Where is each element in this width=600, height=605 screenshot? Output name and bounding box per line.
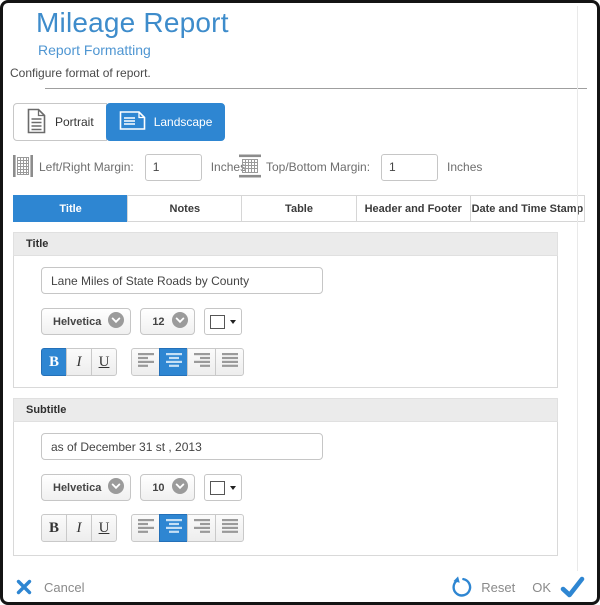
footer-bar: Cancel Reset OK [3,571,597,603]
title-font-size-dropdown[interactable]: 12 [140,308,194,335]
landscape-page-icon [119,110,146,134]
top-bottom-margin-units: Inches [447,160,482,174]
subtitle-font-size-value: 10 [152,482,164,494]
content-edge-line [577,6,578,571]
top-bottom-margin-label: Top/Bottom Margin: [266,160,370,174]
left-right-margin-group: Left/Right Margin: Inches [12,152,246,182]
subtitle-font-color-picker[interactable] [204,474,242,501]
italic-button[interactable]: I [66,348,92,376]
subtitle-align-group [131,514,244,542]
left-right-margin-label: Left/Right Margin: [39,160,134,174]
subtitle-section-body: Helvetica 10 B [13,422,558,556]
reset-label[interactable]: Reset [481,580,515,595]
tab-title[interactable]: Title [13,195,128,222]
page-subtitle: Report Formatting [38,42,151,58]
underline-button[interactable]: U [91,514,117,542]
italic-button[interactable]: I [66,514,92,542]
color-swatch [210,315,225,329]
cancel-action[interactable]: Cancel [16,579,84,595]
subtitle-section-heading: Subtitle [13,398,558,422]
caret-down-icon [230,320,236,324]
title-font-row: Helvetica 12 [41,308,557,335]
tab-header-and-footer[interactable]: Header and Footer [356,195,471,222]
page-description: Configure format of report. [10,66,151,80]
title-align-group [131,348,244,376]
subtitle-text-input[interactable] [41,433,323,460]
color-swatch [210,481,225,495]
cancel-label[interactable]: Cancel [44,580,84,595]
divider [45,88,587,89]
title-format-row: B I U [41,348,557,376]
ok-label[interactable]: OK [532,580,551,595]
tab-table[interactable]: Table [241,195,356,222]
subtitle-section: Subtitle Helvetica 10 [13,398,558,556]
tab-date-and-time-stamp[interactable]: Date and Time Stamp [470,195,585,222]
align-right-icon [194,353,210,372]
align-center-icon [166,519,182,538]
caret-down-icon [230,486,236,490]
align-justify-icon [222,353,238,372]
subtitle-format-row: B I U [41,514,557,542]
align-center-button[interactable] [159,514,188,542]
report-formatting-dialog: Mileage Report Report Formatting Configu… [0,0,600,605]
chevron-down-circle-icon [172,478,188,497]
subtitle-style-group: B I U [41,514,117,542]
tab-bar: Title Notes Table Header and Footer Date… [13,195,585,222]
subtitle-font-size-dropdown[interactable]: 10 [140,474,194,501]
align-left-button[interactable] [131,348,160,376]
align-justify-button[interactable] [215,348,244,376]
align-left-icon [138,519,154,538]
underline-button[interactable]: U [91,348,117,376]
footer-right-actions: Reset OK [450,576,585,598]
align-right-button[interactable] [187,348,216,376]
landscape-button[interactable]: Landscape [106,103,226,141]
subtitle-font-family-dropdown[interactable]: Helvetica [41,474,131,501]
subtitle-font-family-value: Helvetica [53,482,101,494]
checkmark-icon[interactable] [560,576,585,598]
align-left-button[interactable] [131,514,160,542]
portrait-button[interactable]: Portrait [13,103,107,141]
chevron-down-circle-icon [108,312,124,331]
title-text-input[interactable] [41,267,323,294]
align-left-icon [138,353,154,372]
chevron-down-circle-icon [108,478,124,497]
align-right-icon [194,519,210,538]
chevron-down-circle-icon [172,312,188,331]
page-title: Mileage Report [36,7,229,39]
align-justify-icon [222,519,238,538]
grid-side-margins-icon [12,153,34,182]
title-style-group: B I U [41,348,117,376]
title-section-heading: Title [13,232,558,256]
title-font-size-value: 12 [152,316,164,328]
title-font-family-value: Helvetica [53,316,101,328]
top-bottom-margin-group: Top/Bottom Margin: Inches [239,152,482,182]
portrait-label: Portrait [55,115,94,129]
align-center-button[interactable] [159,348,188,376]
title-font-color-picker[interactable] [204,308,242,335]
top-bottom-margin-input[interactable] [381,154,438,181]
landscape-label: Landscape [154,115,213,129]
align-center-icon [166,353,182,372]
subtitle-font-row: Helvetica 10 [41,474,557,501]
bold-button[interactable]: B [41,514,67,542]
title-section: Title Helvetica 12 [13,232,558,388]
portrait-page-icon [26,108,47,137]
align-justify-button[interactable] [215,514,244,542]
x-icon[interactable] [16,579,32,595]
grid-topbottom-margins-icon [239,153,261,182]
bold-button[interactable]: B [41,348,67,376]
title-font-family-dropdown[interactable]: Helvetica [41,308,131,335]
left-right-margin-input[interactable] [145,154,202,181]
title-section-body: Helvetica 12 B [13,256,558,388]
align-right-button[interactable] [187,514,216,542]
circular-arrow-icon[interactable] [450,576,472,598]
orientation-toggle: Portrait Landscape [13,103,225,141]
tab-notes[interactable]: Notes [127,195,242,222]
